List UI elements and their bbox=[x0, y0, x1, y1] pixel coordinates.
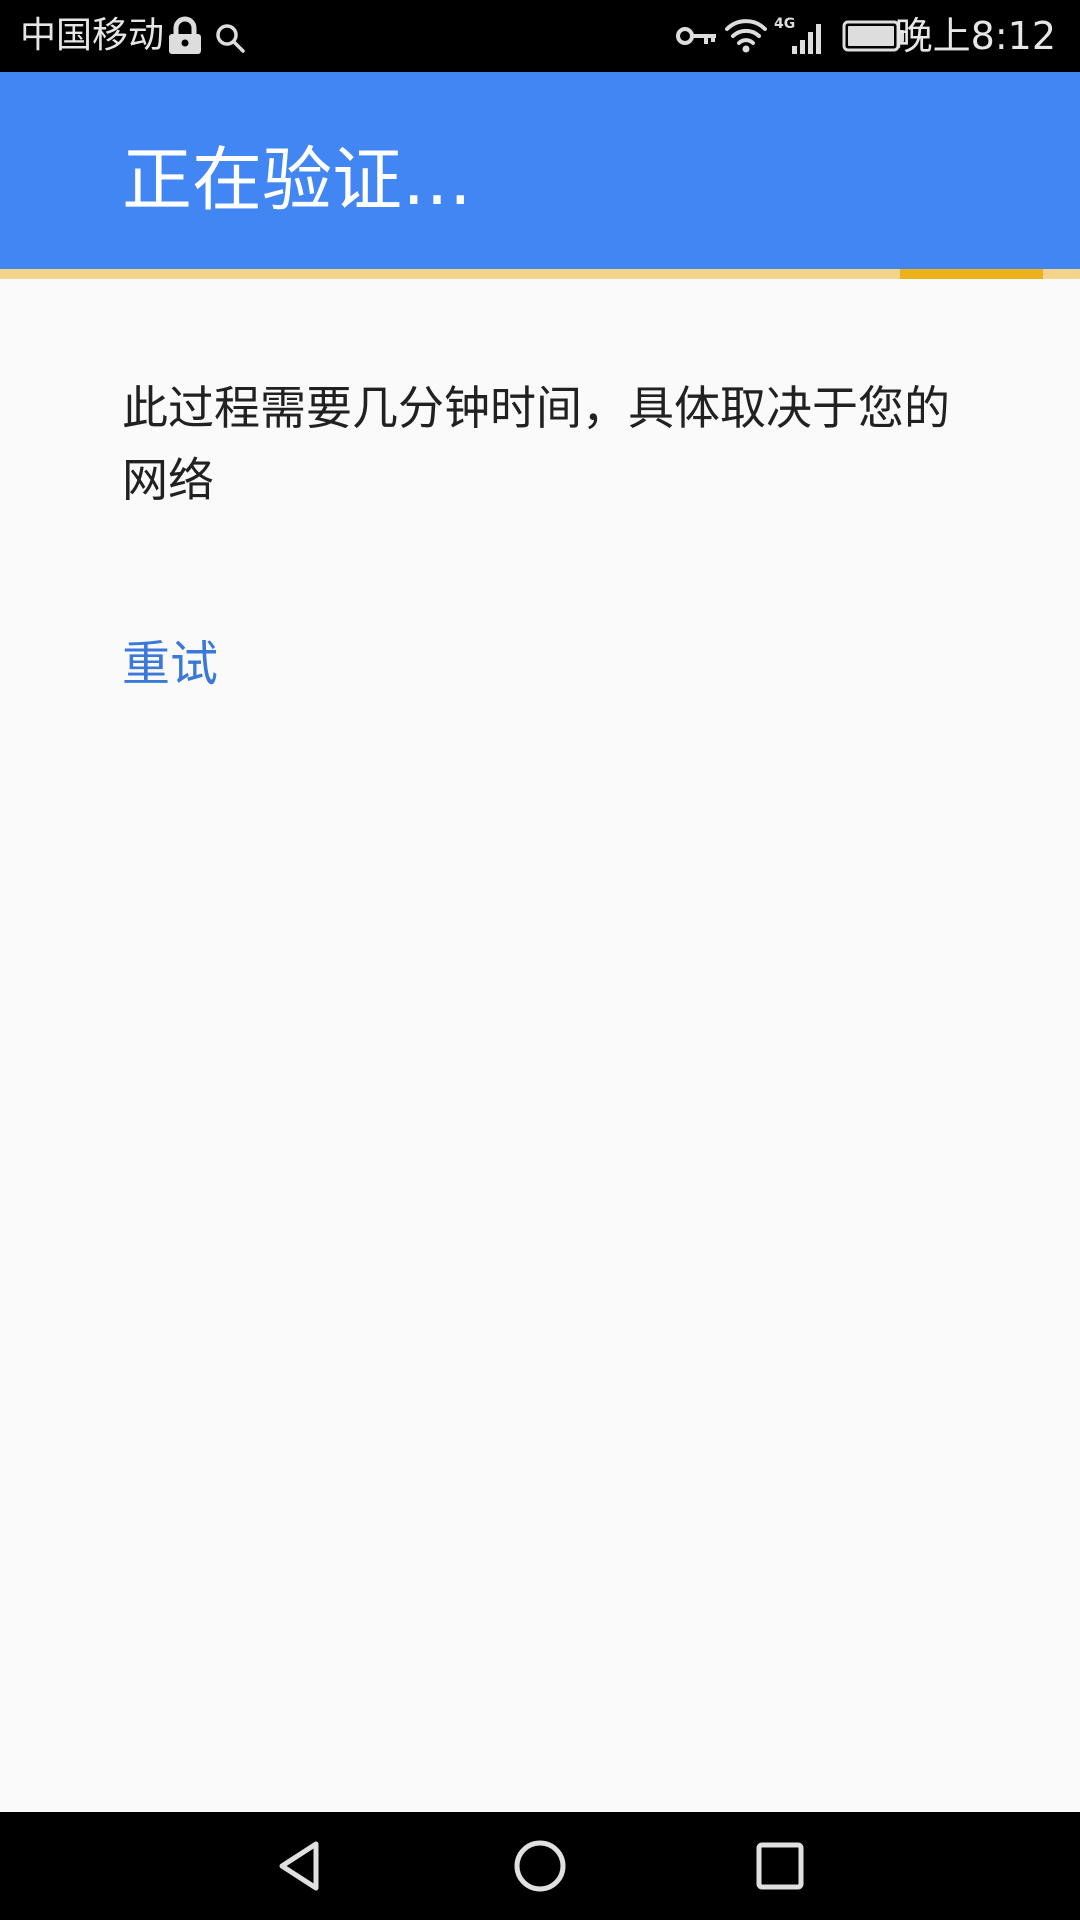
app-bar: 正在验证… bbox=[0, 72, 1080, 269]
retry-button[interactable]: 重试 bbox=[122, 628, 218, 700]
wifi-icon bbox=[725, 19, 767, 53]
verification-message: 此过程需要几分钟时间，具体取决于您的网络 bbox=[122, 381, 950, 507]
status-bar: 中国移动 4G 晚上8:12 bbox=[0, 0, 1080, 72]
home-button[interactable] bbox=[480, 1812, 600, 1920]
navigation-bar bbox=[0, 1812, 1080, 1920]
progress-bar bbox=[0, 269, 1080, 279]
back-icon bbox=[279, 1841, 319, 1891]
carrier-name: 中国移动 bbox=[20, 15, 165, 56]
progress-indicator bbox=[900, 269, 1043, 279]
page-title: 正在验证… bbox=[122, 139, 472, 221]
lock-icon bbox=[169, 16, 201, 54]
search-icon bbox=[216, 24, 245, 53]
recents-icon bbox=[756, 1842, 804, 1890]
clock: 晚上8:12 bbox=[894, 14, 1056, 58]
recents-button[interactable] bbox=[720, 1812, 840, 1920]
home-icon bbox=[514, 1840, 566, 1892]
back-button[interactable] bbox=[240, 1812, 360, 1920]
key-icon bbox=[676, 27, 716, 45]
network-type-label: 4G bbox=[774, 16, 795, 32]
signal-icon: 4G bbox=[774, 16, 821, 54]
